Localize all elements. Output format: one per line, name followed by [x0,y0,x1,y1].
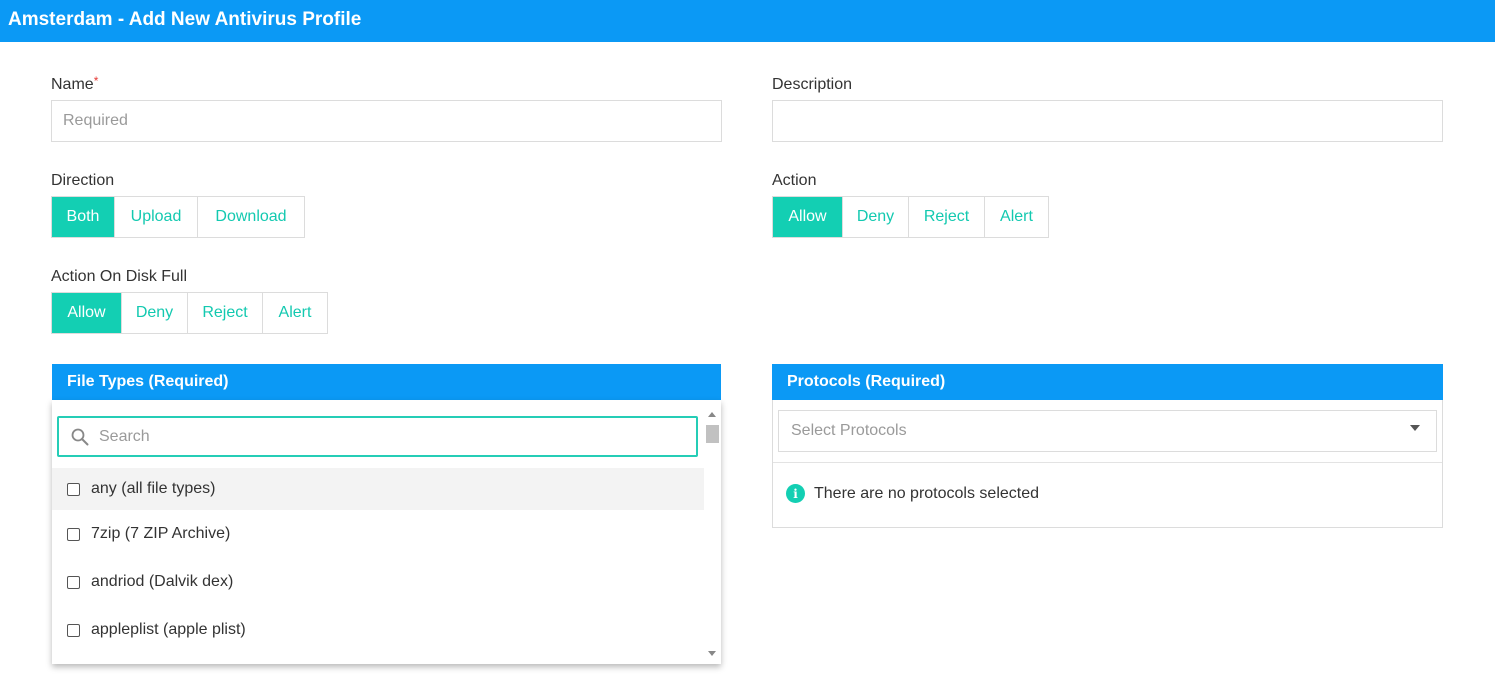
description-input[interactable] [772,100,1443,142]
required-asterisk: * [93,74,99,88]
file-types-panel-header: File Types (Required) [52,364,721,400]
file-types-search-box[interactable] [57,416,698,457]
protocols-panel: Select Protocols i There are no protocol… [772,400,1443,528]
disk-full-allow-button[interactable]: Allow [52,293,122,333]
checkbox[interactable] [67,527,80,541]
page-header: Amsterdam - Add New Antivirus Profile [0,0,1495,42]
checkbox[interactable] [67,575,80,589]
action-on-disk-full-label: Action On Disk Full [51,268,188,285]
direction-upload-button[interactable]: Upload [115,197,198,237]
direction-download-button[interactable]: Download [198,197,304,237]
file-type-option[interactable]: appleplist (apple plist) [52,609,704,651]
info-icon: i [786,484,805,503]
dropdown-scrollbar[interactable] [704,400,721,664]
scroll-up-arrow-icon[interactable] [708,412,716,417]
action-toggle-group: Allow Deny Reject Alert [772,196,1049,238]
checkbox[interactable] [67,482,80,496]
chevron-down-icon [1410,425,1420,431]
file-types-title: File Types (Required) [67,373,229,390]
scroll-thumb[interactable] [706,425,719,443]
file-types-search-input[interactable] [97,422,681,452]
protocols-panel-header: Protocols (Required) [772,364,1443,400]
disk-full-toggle-group: Allow Deny Reject Alert [51,292,328,334]
page-title: Amsterdam - Add New Antivirus Profile [8,9,362,30]
scroll-down-arrow-icon[interactable] [708,651,716,656]
action-allow-button[interactable]: Allow [773,197,843,237]
file-type-option[interactable]: any (all file types) [52,468,704,510]
action-alert-button[interactable]: Alert [985,197,1048,237]
action-reject-button[interactable]: Reject [909,197,985,237]
disk-full-deny-button[interactable]: Deny [122,293,188,333]
action-label: Action [772,172,817,189]
checkbox[interactable] [67,623,80,637]
protocols-empty-message: i There are no protocols selected [786,484,1039,503]
protocols-title: Protocols (Required) [787,373,946,390]
file-type-option[interactable]: 7zip (7 ZIP Archive) [52,513,704,555]
action-deny-button[interactable]: Deny [843,197,909,237]
disk-full-alert-button[interactable]: Alert [263,293,327,333]
direction-label: Direction [51,172,115,189]
file-types-dropdown: any (all file types) 7zip (7 ZIP Archive… [52,400,721,664]
disk-full-reject-button[interactable]: Reject [188,293,263,333]
name-input[interactable] [51,100,722,142]
file-type-option[interactable]: andriod (Dalvik dex) [52,561,704,603]
description-label: Description [772,76,853,93]
divider [773,462,1442,463]
direction-both-button[interactable]: Both [52,197,115,237]
search-icon [71,428,89,446]
name-label: Name* [51,74,99,93]
direction-toggle-group: Both Upload Download [51,196,305,238]
protocols-select[interactable]: Select Protocols [778,410,1437,452]
protocols-select-placeholder: Select Protocols [791,422,907,439]
